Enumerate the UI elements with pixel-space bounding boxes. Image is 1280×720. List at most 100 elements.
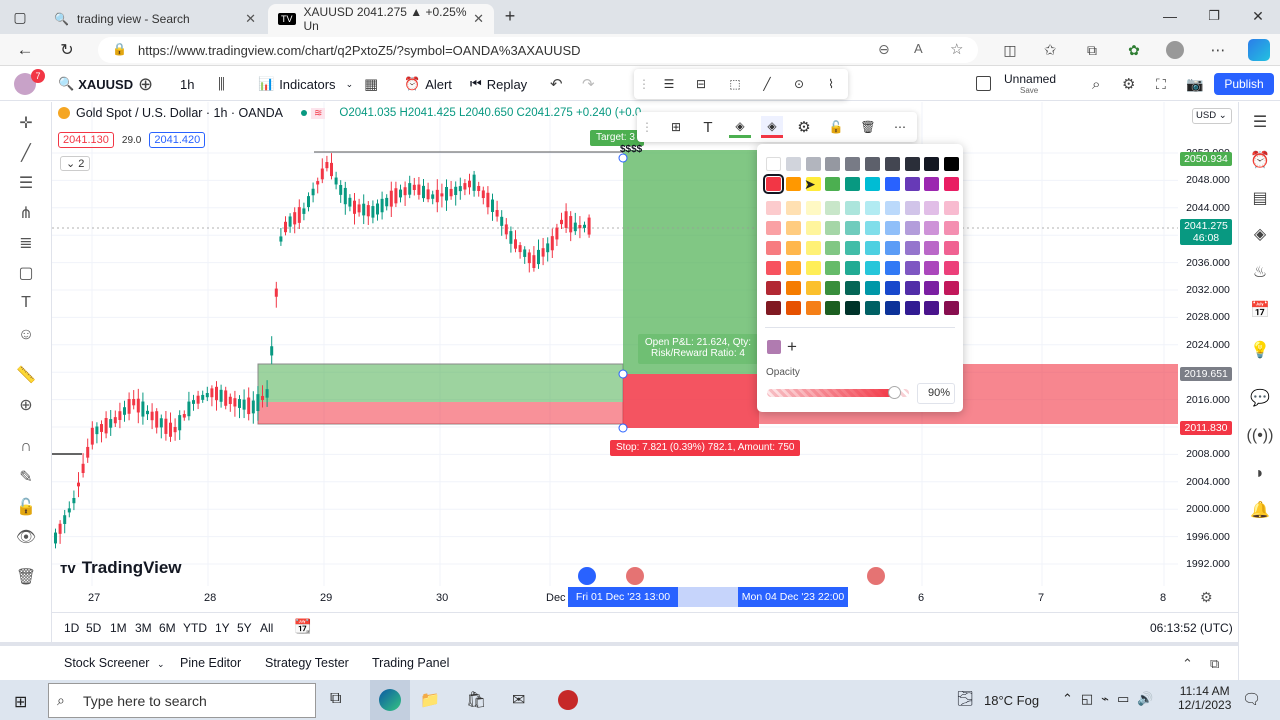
color-swatch[interactable] <box>766 261 781 275</box>
color-swatch[interactable] <box>805 241 821 255</box>
color-swatch[interactable] <box>884 241 900 255</box>
color-swatch[interactable] <box>865 157 880 171</box>
color-swatch[interactable] <box>845 157 861 171</box>
color-swatch[interactable] <box>845 221 861 235</box>
calendar-icon[interactable]: 📅 <box>1247 298 1273 322</box>
replay-button[interactable]: ⏮ Replay <box>470 73 527 95</box>
color-swatch[interactable] <box>904 221 920 235</box>
color-swatch[interactable] <box>884 157 900 171</box>
undo-icon[interactable]: ↶ <box>550 73 563 95</box>
browser-tab-search[interactable]: 🔍 trading view - Search ✕ <box>44 4 266 34</box>
lock-icon[interactable]: 🔓 <box>825 117 847 137</box>
color-swatch[interactable] <box>884 301 900 315</box>
color-swatch[interactable] <box>785 221 801 235</box>
chat-icon[interactable]: 💬 <box>1247 386 1273 410</box>
range-button-1y[interactable]: 1Y <box>215 621 230 635</box>
recorder-app-icon[interactable] <box>558 690 578 710</box>
pencil-lock-icon[interactable]: ✎ <box>13 466 39 488</box>
utc-clock[interactable]: 06:13:52 (UTC) <box>1150 621 1233 635</box>
settings-icon[interactable]: ⚙ <box>1200 589 1213 606</box>
restore-icon[interactable]: ❐ <box>1204 6 1224 26</box>
time-scale[interactable]: 27 28 29 30 Dec 6 7 8 Fri 01 Dec '23 13:00 Mon … <box>52 586 1238 612</box>
opacity-input[interactable]: 90% <box>917 383 955 404</box>
color-swatch[interactable] <box>865 241 880 255</box>
new-tab-icon[interactable]: + <box>500 6 520 26</box>
close-icon[interactable]: ✕ <box>245 11 256 27</box>
eye-icon[interactable]: 👁 <box>13 526 39 548</box>
url-field[interactable]: 🔒 https://www.tradingview.com/chart/q2Px… <box>98 37 978 63</box>
line-icon[interactable]: ╱ <box>756 74 778 94</box>
range-button-6m[interactable]: 6M <box>159 621 176 635</box>
color-swatch[interactable] <box>825 221 841 235</box>
color-swatch[interactable] <box>766 301 781 315</box>
tab-actions-icon[interactable]: ▢ <box>10 8 30 26</box>
color-swatch[interactable] <box>944 281 960 295</box>
color-swatch[interactable] <box>904 201 920 215</box>
color-swatch[interactable] <box>865 281 880 295</box>
tab-pine-editor[interactable]: Pine Editor <box>180 656 241 670</box>
opacity-slider[interactable] <box>767 386 909 399</box>
color-swatch[interactable] <box>924 301 940 315</box>
color-swatch[interactable] <box>944 241 960 255</box>
more-icon[interactable]: ⋯ <box>1208 40 1228 60</box>
box-icon[interactable]: ⬚ <box>724 74 746 94</box>
color-swatch[interactable] <box>785 281 801 295</box>
layout-icon[interactable] <box>976 76 991 91</box>
drag-handle-icon[interactable]: ⋮ <box>638 75 650 93</box>
hotlist-icon[interactable]: ♨ <box>1247 260 1273 284</box>
minimize-icon[interactable]: — <box>1160 6 1180 26</box>
lines-icon[interactable]: ☰ <box>658 74 680 94</box>
candle-type-icon[interactable]: ⫼ <box>218 73 225 95</box>
range-button-all[interactable]: All <box>260 621 273 635</box>
color-swatch[interactable] <box>805 157 821 171</box>
color-swatch[interactable] <box>825 301 841 315</box>
maximize-panel-icon[interactable]: ⧉ <box>1210 656 1219 672</box>
color-swatch[interactable] <box>763 174 784 194</box>
layout-save-label[interactable]: Save <box>1020 86 1038 95</box>
emoji-icon[interactable]: ☺ <box>13 324 39 346</box>
tab-trading-panel[interactable]: Trading Panel <box>372 656 449 670</box>
color-swatch[interactable] <box>785 301 801 315</box>
layout-name[interactable]: Unnamed <box>1004 72 1056 86</box>
color-swatch[interactable] <box>785 241 801 255</box>
color-swatch[interactable] <box>865 261 880 275</box>
compare-symbol-icon[interactable]: ⊕ <box>138 73 153 95</box>
color-swatch[interactable] <box>924 281 940 295</box>
taskbar-search-box[interactable]: ⌕ Type here to search <box>48 683 316 718</box>
color-swatch[interactable] <box>766 157 781 171</box>
read-aloud-icon[interactable]: A <box>914 41 923 56</box>
taskbar-clock[interactable]: 11:14 AM 12/1/2023 <box>1178 684 1231 712</box>
color-swatch[interactable] <box>904 177 920 191</box>
interval-button[interactable]: 1h <box>180 73 194 95</box>
path-icon[interactable]: ⌇ <box>820 74 842 94</box>
ruler-icon[interactable]: 📏 <box>13 364 39 386</box>
pitchfork-icon[interactable]: ⋔ <box>13 202 39 224</box>
color-swatch[interactable] <box>865 201 880 215</box>
color-swatch[interactable] <box>825 261 841 275</box>
settings-icon[interactable]: ⚙ <box>1122 73 1135 95</box>
color-swatch[interactable] <box>884 201 900 215</box>
templates-icon[interactable]: ▦ <box>364 73 378 95</box>
extensions-icon[interactable]: ✿ <box>1124 40 1144 60</box>
windows-start-icon[interactable]: ⊞ <box>14 692 27 712</box>
color-swatch[interactable] <box>785 177 801 191</box>
color-swatch[interactable] <box>825 281 841 295</box>
color-swatch[interactable] <box>924 241 940 255</box>
fib-icon[interactable]: ≣ <box>13 232 39 254</box>
color-swatch[interactable] <box>845 241 861 255</box>
opacity-slider-handle[interactable] <box>887 386 901 399</box>
color-swatch[interactable] <box>766 281 781 295</box>
color-swatch[interactable] <box>785 201 801 215</box>
crosshair-icon[interactable]: ✛ <box>13 112 39 134</box>
alert-button[interactable]: ⏰ Alert <box>404 73 452 95</box>
circle-tool-icon[interactable]: ⊙ <box>788 74 810 94</box>
system-tray-icons[interactable]: ⌃◱⌁▭🔊 <box>1062 691 1161 707</box>
action-center-icon[interactable]: 🗨 <box>1242 690 1261 708</box>
tab-stock-screener[interactable]: Stock Screener ⌄ <box>64 656 165 670</box>
color-swatch[interactable] <box>904 261 920 275</box>
refresh-icon[interactable]: ↻ <box>56 40 78 60</box>
color-swatch[interactable] <box>825 157 841 171</box>
add-custom-color-button[interactable]: + <box>787 337 797 357</box>
zoom-in-icon[interactable]: ⊕ <box>13 394 39 416</box>
favorites-icon[interactable]: ✩ <box>1040 40 1060 60</box>
